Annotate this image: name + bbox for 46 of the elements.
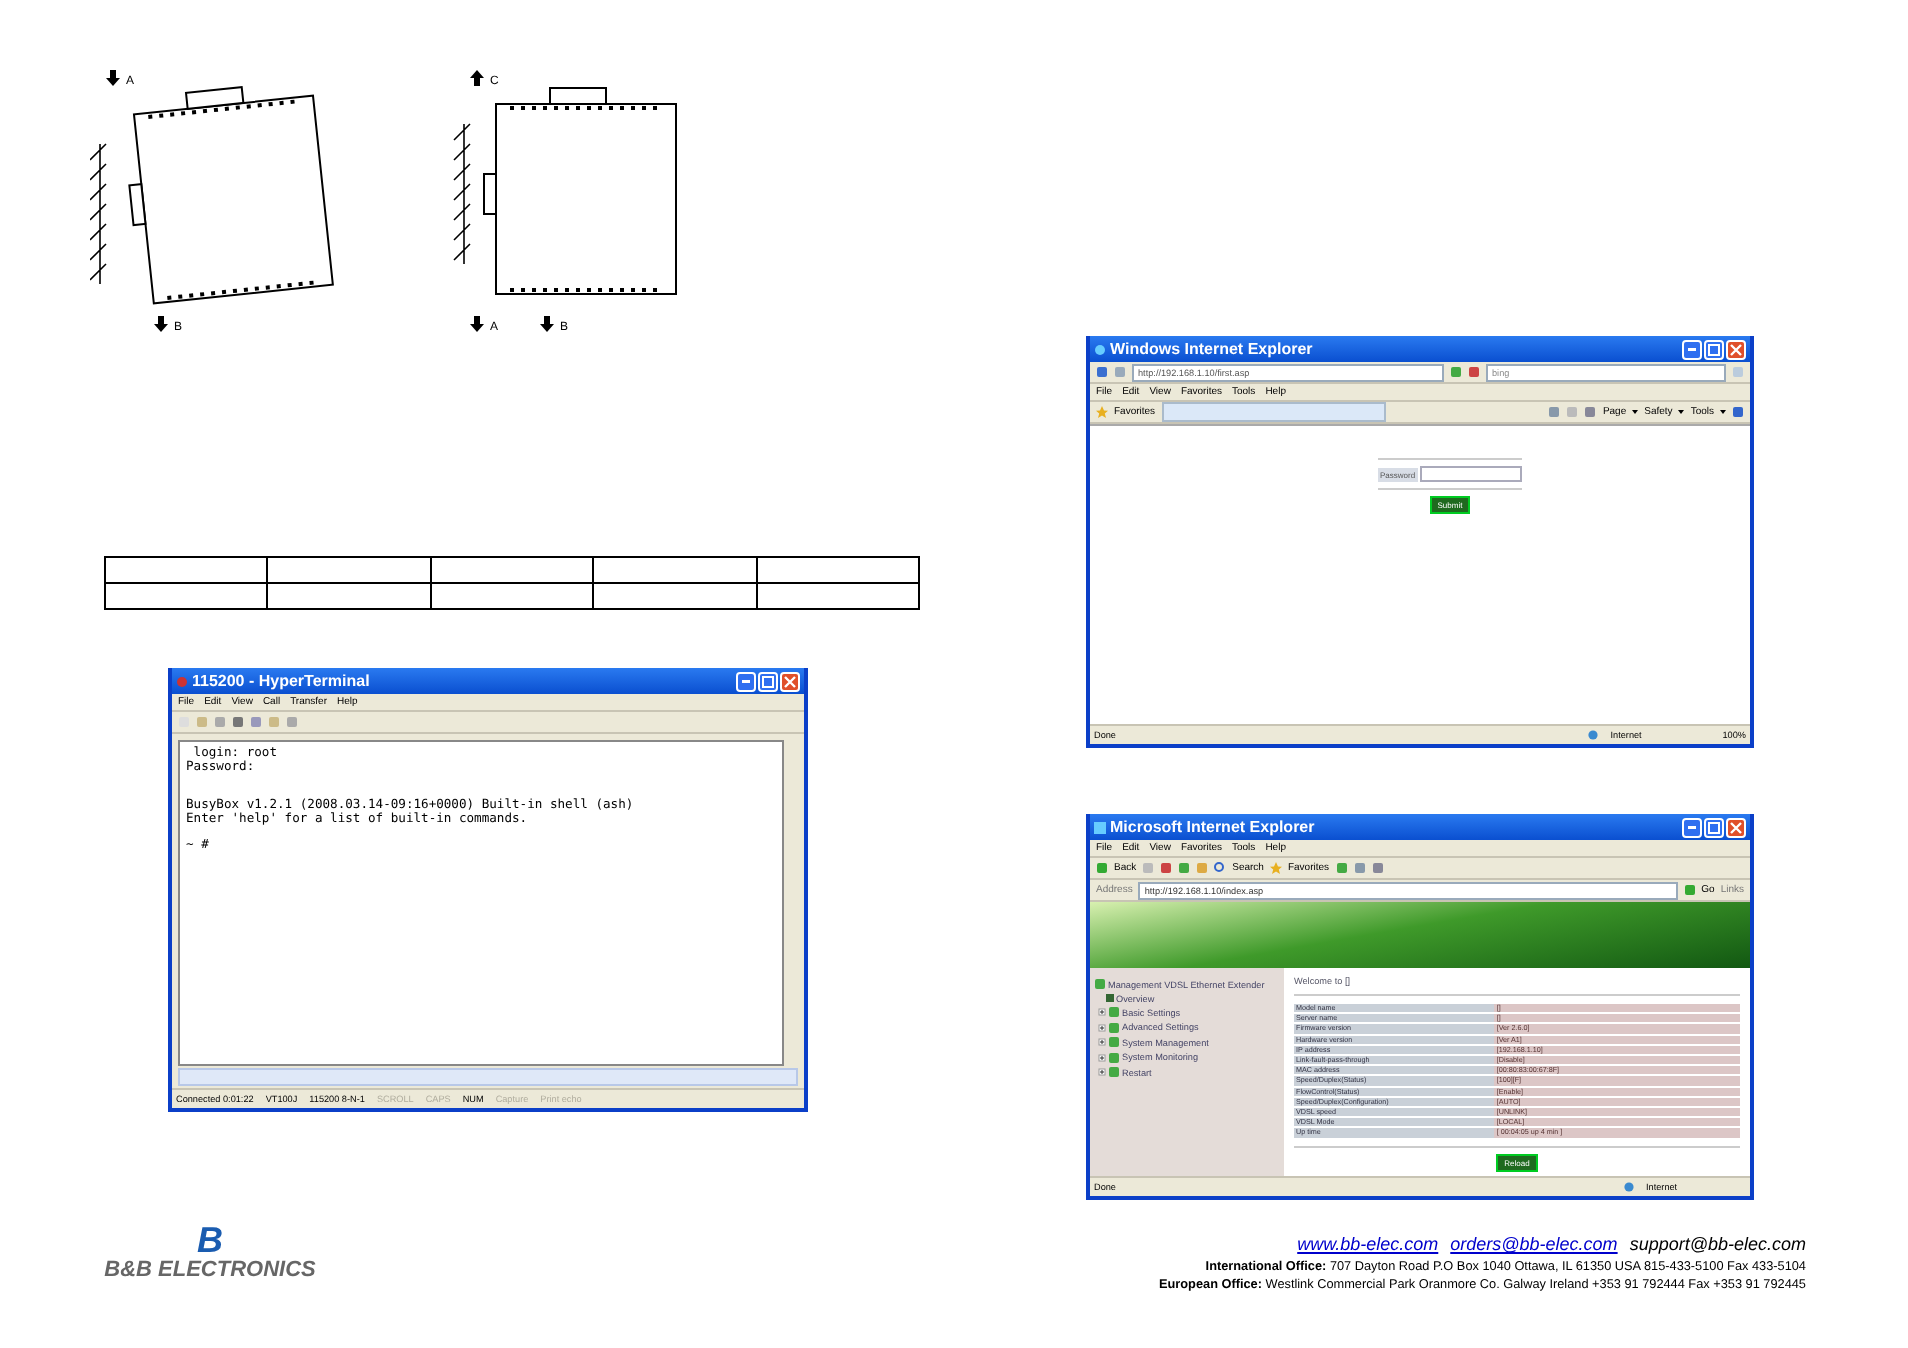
maximize-button[interactable] (1704, 339, 1724, 359)
globe-icon (1624, 1182, 1634, 1192)
maximize-icon (762, 675, 774, 687)
window-title: Microsoft Internet Explorer (1110, 818, 1317, 836)
expand-icon (1098, 1008, 1106, 1016)
maximize-icon (1708, 821, 1720, 833)
caret-icon (1678, 410, 1685, 414)
expand-icon (1098, 1068, 1106, 1076)
arrow-icon (106, 70, 120, 86)
globe-icon (1588, 730, 1599, 740)
close-icon (1730, 343, 1742, 355)
caret-icon (1632, 410, 1639, 414)
maximize-button[interactable] (1704, 817, 1724, 837)
contact-link[interactable]: orders@bb-elec.com (1450, 1234, 1618, 1254)
arrow-icon (540, 316, 554, 332)
arrow-icon (154, 316, 168, 332)
close-button[interactable] (780, 671, 800, 691)
maximize-button[interactable] (758, 671, 778, 691)
expand-icon (1098, 1053, 1106, 1061)
arrow-icon (470, 70, 484, 86)
arrow-icon (470, 316, 484, 332)
minimize-button[interactable] (1682, 339, 1702, 359)
star-icon (1269, 862, 1282, 874)
contact-link[interactable]: www.bb-elec.com (1297, 1234, 1439, 1254)
expand-icon (1098, 1023, 1106, 1031)
minimize-button[interactable] (736, 671, 756, 691)
password-field[interactable] (1419, 466, 1522, 482)
logo-mark: B (197, 1222, 223, 1258)
minimize-icon (1688, 825, 1696, 829)
horizontal-scrollbar[interactable] (178, 1068, 798, 1086)
contact-link[interactable]: support@bb-elec.com (1629, 1234, 1806, 1254)
minimize-icon (1688, 347, 1696, 351)
minimize-button[interactable] (1682, 817, 1702, 837)
close-icon (784, 675, 796, 687)
maximize-icon (1708, 343, 1720, 355)
close-button[interactable] (1726, 817, 1746, 837)
browser-tab[interactable] (1161, 402, 1386, 422)
star-icon (1096, 406, 1108, 418)
window-title: 115200 - HyperTerminal (192, 672, 372, 690)
close-icon (1730, 821, 1742, 833)
close-button[interactable] (1726, 339, 1746, 359)
logo-text: B&B ELECTRONICS (104, 1258, 316, 1282)
expand-icon (1098, 1038, 1106, 1046)
caret-icon (1720, 410, 1726, 414)
window-title: Windows Internet Explorer (1110, 340, 1315, 358)
minimize-icon (742, 679, 750, 683)
